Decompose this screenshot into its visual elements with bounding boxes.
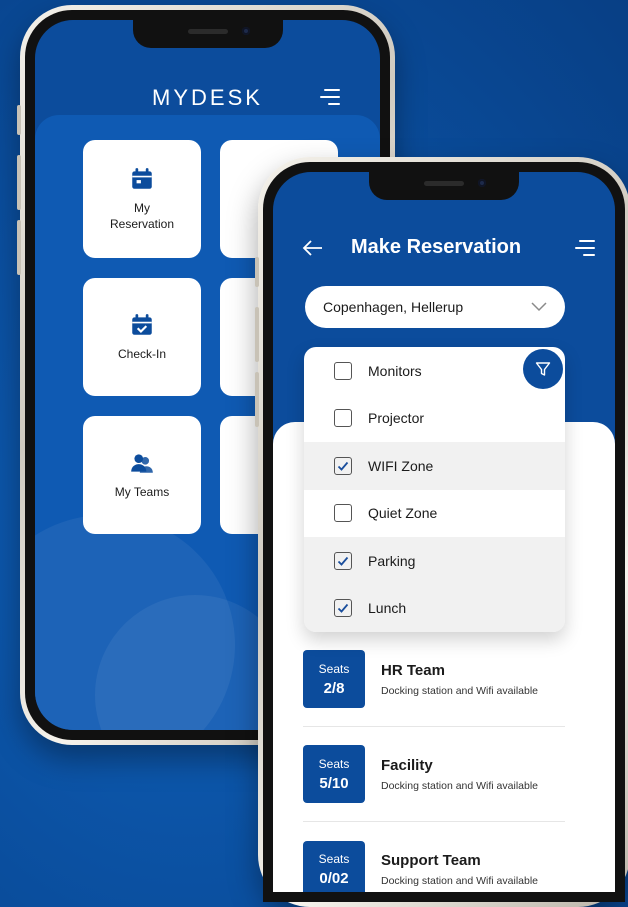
team-name: HR Team	[381, 661, 445, 679]
checkmark-icon	[337, 461, 349, 471]
page-title: Make Reservation	[351, 236, 522, 258]
checkbox-checked[interactable]	[334, 456, 352, 475]
notch	[369, 172, 519, 200]
notch	[132, 20, 283, 48]
filter-button[interactable]	[523, 349, 563, 389]
reservation-header: Make Reservation	[273, 228, 615, 268]
filter-dropdown: Monitors Projector WIFI Zone Quiet Zone	[304, 347, 565, 632]
seats-label: Seats	[318, 852, 350, 866]
mute-switch	[255, 257, 259, 287]
filter-option-lunch[interactable]: Lunch	[304, 584, 565, 632]
volume-up-button	[17, 155, 21, 210]
filter-label: Monitors	[368, 362, 422, 379]
filter-option-projector[interactable]: Projector	[304, 395, 565, 443]
phone-make-reservation: Make Reservation Copenhagen, Hellerup Mo…	[255, 157, 628, 907]
seat-badge: Seats 2/8	[303, 650, 365, 708]
chevron-down-icon	[531, 302, 547, 312]
list-item[interactable]: Seats 2/8 HR Team Docking station and Wi…	[303, 632, 565, 727]
location-value: Copenhagen, Hellerup	[323, 299, 464, 315]
seats-count: 0/02	[319, 870, 349, 887]
seats-label: Seats	[318, 756, 350, 771]
tile-label: My Reservation	[109, 200, 175, 231]
team-icon	[131, 454, 153, 473]
seats-count: 5/10	[319, 774, 349, 792]
tile-my-teams[interactable]: My Teams	[83, 416, 201, 534]
filter-label: Lunch	[368, 600, 407, 617]
dashboard-header: MYDESK	[35, 75, 380, 120]
back-arrow-icon[interactable]	[301, 236, 325, 260]
team-description: Docking station and Wifi available	[381, 779, 538, 792]
reservation-screen: Make Reservation Copenhagen, Hellerup Mo…	[273, 172, 615, 892]
list-item[interactable]: Seats 5/10 Facility Docking station and …	[303, 727, 565, 822]
tile-label: Check-In	[117, 346, 167, 361]
filter-option-quiet-zone[interactable]: Quiet Zone	[304, 490, 565, 538]
filter-label: WIFI Zone	[368, 457, 434, 474]
team-name: Facility	[381, 756, 433, 774]
checkbox-checked[interactable]	[334, 551, 352, 570]
mute-switch	[17, 105, 21, 135]
seats-label: Seats	[318, 661, 350, 676]
team-description: Docking station and Wifi available	[381, 684, 538, 697]
calendar-icon	[132, 167, 152, 189]
seat-badge: Seats 5/10	[303, 745, 365, 803]
filter-option-wifi-zone[interactable]: WIFI Zone	[304, 442, 565, 490]
checkbox[interactable]	[334, 361, 352, 380]
checkmark-icon	[337, 604, 349, 614]
filter-option-parking[interactable]: Parking	[304, 537, 565, 585]
app-logo: MYDESK	[152, 84, 263, 110]
seat-badge: Seats 0/02	[303, 840, 365, 892]
team-name: Support Team	[381, 852, 481, 869]
menu-icon[interactable]	[575, 240, 595, 256]
team-list: Seats 2/8 HR Team Docking station and Wi…	[303, 632, 565, 892]
tile-check-in[interactable]: Check-In	[83, 278, 201, 396]
calendar-check-icon	[132, 314, 152, 335]
checkbox[interactable]	[334, 409, 352, 428]
tile-my-reservation[interactable]: My Reservation	[83, 140, 201, 258]
team-description: Docking station and Wifi available	[381, 875, 538, 887]
menu-icon[interactable]	[320, 89, 340, 105]
location-select[interactable]: Copenhagen, Hellerup	[305, 286, 565, 328]
filter-label: Projector	[368, 410, 425, 427]
filter-icon	[535, 362, 551, 376]
checkbox-checked[interactable]	[334, 599, 352, 618]
volume-down-button	[17, 220, 21, 275]
checkmark-icon	[337, 556, 349, 566]
filter-label: Parking	[368, 552, 416, 569]
tile-label: My Teams	[114, 484, 170, 499]
volume-down-button	[255, 372, 259, 427]
seats-count: 2/8	[323, 679, 345, 697]
volume-up-button	[255, 307, 259, 362]
checkbox[interactable]	[334, 504, 352, 523]
filter-label: Quiet Zone	[368, 505, 438, 522]
list-item[interactable]: Seats 0/02 Support Team Docking station …	[303, 822, 565, 892]
